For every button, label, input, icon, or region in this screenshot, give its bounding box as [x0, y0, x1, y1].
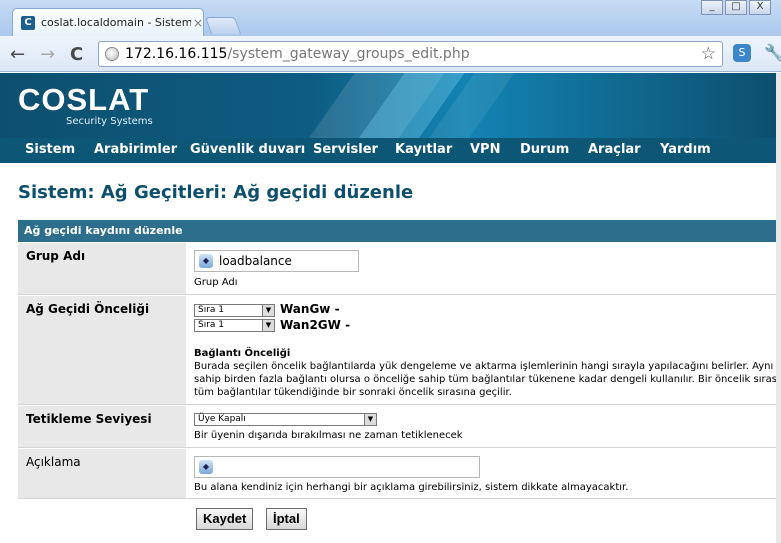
- forward-icon[interactable]: →: [40, 44, 55, 65]
- group-name-value: loadbalance: [219, 254, 292, 268]
- menu-item-sistem[interactable]: Sistem: [25, 142, 75, 157]
- row-description: Açıklama ◆ Bu alana kendiniz için herhan…: [18, 449, 776, 499]
- reload-icon[interactable]: C: [70, 44, 83, 65]
- priority-help-line-3: tüm bağlantılar tükendiğinde bir sonraki…: [194, 387, 512, 398]
- trigger-level-help: Bir üyenin dışarıda bırakılması ne zaman…: [194, 430, 463, 441]
- description-help: Bu alana kendiniz için herhangi bir açık…: [194, 482, 629, 493]
- menu-item-kayitlar[interactable]: Kayıtlar: [395, 142, 452, 157]
- row-trigger-level: Tetikleme Seviyesi Üye Kapalı ▼ Bir üyen…: [18, 406, 776, 448]
- extension-icon[interactable]: S: [733, 44, 751, 62]
- row-gateway-priority: Ağ Geçidi Önceliği Sıra 1 ▼ WanGw - Sıra…: [18, 296, 776, 405]
- menu-item-guvenlik-duvari[interactable]: Güvenlik duvarı: [190, 142, 305, 157]
- maximize-button[interactable]: □: [725, 0, 747, 15]
- row-group-name: Grup Adı ◆ loadbalance Grup Adı: [18, 243, 776, 295]
- favicon-icon: C: [21, 15, 35, 30]
- group-name-label: Grup Adı: [18, 243, 186, 294]
- priority-help-line-2: sahip birden fazla bağlantı olursa o önc…: [194, 374, 776, 385]
- header-banner: COSLAT Security Systems: [0, 73, 776, 138]
- menu-item-servisler[interactable]: Servisler: [313, 142, 378, 157]
- url-text: 172.16.16.115/system_gateway_groups_edit…: [125, 46, 470, 62]
- browser-titlebar: C coslat.localdomain - Sistem: A × _ □ X: [0, 0, 781, 36]
- cancel-button[interactable]: İptal: [266, 508, 307, 530]
- browser-tab[interactable]: C coslat.localdomain - Sistem: A ×: [12, 8, 204, 36]
- priority-help-line-1: Burada seçilen öncelik bağlantılarda yük…: [194, 361, 776, 372]
- page-content: COSLAT Security Systems Sistem Arabiriml…: [0, 73, 776, 543]
- gateway-tier-value-2: Sıra 1: [198, 320, 225, 330]
- priority-subheading: Bağlantı Önceliği: [194, 348, 291, 359]
- main-menu: Sistem Arabirimler Güvenlik duvarı Servi…: [0, 138, 776, 163]
- star-icon[interactable]: ☆: [701, 44, 716, 64]
- trigger-level-select[interactable]: Üye Kapalı ▼: [194, 413, 377, 426]
- gateway-tier-value-1: Sıra 1: [198, 305, 225, 315]
- logo: COSLAT: [18, 82, 150, 117]
- input-tag-icon: ◆: [199, 460, 213, 474]
- save-button[interactable]: Kaydet: [196, 508, 254, 530]
- new-tab-button[interactable]: [204, 17, 242, 34]
- trigger-level-label: Tetikleme Seviyesi: [18, 406, 186, 447]
- gateway-name-2: Wan2GW -: [280, 318, 351, 332]
- logo-subtitle: Security Systems: [66, 116, 153, 127]
- menu-item-arabirimler[interactable]: Arabirimler: [94, 142, 177, 157]
- browser-toolbar: ← → C 172.16.16.115/system_gateway_group…: [0, 36, 781, 72]
- trigger-level-value: Üye Kapalı: [198, 414, 246, 424]
- window-controls: _ □ X: [701, 0, 771, 15]
- back-icon[interactable]: ←: [10, 44, 25, 65]
- gateway-priority-label: Ağ Geçidi Önceliği: [18, 296, 186, 404]
- url-path: /system_gateway_groups_edit.php: [227, 46, 470, 62]
- chevron-down-icon: ▼: [262, 305, 274, 316]
- tab-title: coslat.localdomain - Sistem: A: [41, 16, 191, 29]
- close-window-button[interactable]: X: [749, 0, 771, 15]
- address-bar[interactable]: 172.16.16.115/system_gateway_groups_edit…: [98, 41, 723, 67]
- url-host: 172.16.16.115: [125, 46, 228, 62]
- chevron-down-icon: ▼: [262, 320, 274, 331]
- description-label: Açıklama: [18, 449, 186, 498]
- group-name-input[interactable]: ◆ loadbalance: [194, 250, 359, 272]
- gateway-tier-select-2[interactable]: Sıra 1 ▼: [194, 319, 275, 332]
- menu-item-vpn[interactable]: VPN: [470, 142, 500, 157]
- chevron-down-icon: ▼: [364, 414, 376, 425]
- section-header: Ağ geçidi kaydını düzenle: [18, 220, 776, 242]
- page-scrollbar[interactable]: [776, 73, 781, 543]
- menu-item-araclar[interactable]: Araçlar: [588, 142, 641, 157]
- page-title: Sistem: Ağ Geçitleri: Ağ geçidi düzenle: [18, 182, 414, 203]
- gateway-tier-select-1[interactable]: Sıra 1 ▼: [194, 304, 275, 317]
- description-input[interactable]: ◆: [194, 456, 480, 478]
- minimize-button[interactable]: _: [701, 0, 723, 15]
- menu-item-durum[interactable]: Durum: [520, 142, 569, 157]
- tab-close-icon[interactable]: ×: [193, 16, 203, 30]
- wrench-icon[interactable]: 🔧: [764, 43, 781, 62]
- input-tag-icon: ◆: [199, 254, 213, 268]
- globe-icon: [105, 47, 119, 61]
- menu-item-yardim[interactable]: Yardım: [660, 142, 711, 157]
- gateway-name-1: WanGw -: [280, 302, 340, 316]
- group-name-help: Grup Adı: [194, 277, 238, 288]
